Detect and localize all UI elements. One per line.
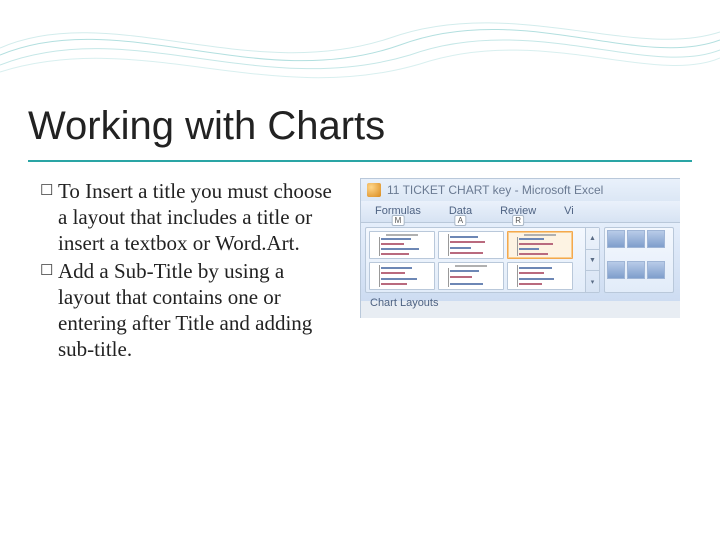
ribbon-keytip: A (455, 215, 466, 226)
layout-thumb[interactable] (369, 262, 435, 290)
excel-ribbon: ▲ ▼ ▾ Chart Layouts (361, 223, 680, 301)
excel-ribbon-tabs: Formulas M Data A Review R Vi (361, 201, 680, 223)
excel-window-title: 11 TICKET CHART key - Microsoft Excel (387, 183, 603, 197)
excel-app-icon (367, 183, 381, 197)
bullet-text: To Insert a title you must choose a layo… (58, 178, 340, 256)
style-swatch[interactable] (627, 261, 645, 279)
style-swatch[interactable] (647, 230, 665, 248)
bullet-marker (40, 178, 58, 256)
excel-titlebar: 11 TICKET CHART key - Microsoft Excel (361, 179, 680, 201)
excel-screenshot: 11 TICKET CHART key - Microsoft Excel Fo… (360, 178, 680, 318)
slide-decorative-swirl (0, 0, 720, 90)
layout-thumb[interactable] (438, 231, 504, 259)
layout-thumb[interactable] (507, 262, 573, 290)
ribbon-tab-review[interactable]: Review R (486, 201, 550, 222)
scroll-down-icon[interactable]: ▼ (586, 250, 599, 272)
bullet-item: Add a Sub-Title by using a layout that c… (40, 258, 340, 362)
ribbon-keytip: M (392, 215, 405, 226)
ribbon-tab-label: Vi (564, 205, 574, 217)
layout-thumb[interactable] (369, 231, 435, 259)
style-swatch[interactable] (647, 261, 665, 279)
bullet-list: To Insert a title you must choose a layo… (40, 178, 340, 364)
gallery-scrollbar[interactable]: ▲ ▼ ▾ (585, 228, 599, 292)
style-swatch[interactable] (607, 230, 625, 248)
style-swatch[interactable] (627, 230, 645, 248)
ribbon-group-label: Chart Layouts (370, 297, 438, 309)
chart-layouts-gallery[interactable]: ▲ ▼ ▾ Chart Layouts (365, 227, 600, 293)
ribbon-tab-view[interactable]: Vi (550, 201, 588, 222)
bullet-marker (40, 258, 58, 362)
bullet-text: Add a Sub-Title by using a layout that c… (58, 258, 340, 362)
title-underline (28, 160, 692, 162)
ribbon-tab-formulas[interactable]: Formulas M (361, 201, 435, 222)
style-swatch[interactable] (607, 261, 625, 279)
layout-thumb-selected[interactable] (507, 231, 573, 259)
ribbon-tab-data[interactable]: Data A (435, 201, 486, 222)
slide-title: Working with Charts (28, 104, 385, 149)
layout-thumb[interactable] (438, 262, 504, 290)
bullet-item: To Insert a title you must choose a layo… (40, 178, 340, 256)
ribbon-keytip: R (512, 215, 524, 226)
gallery-more-icon[interactable]: ▾ (586, 271, 599, 292)
scroll-up-icon[interactable]: ▲ (586, 228, 599, 250)
chart-styles-group (604, 227, 674, 293)
